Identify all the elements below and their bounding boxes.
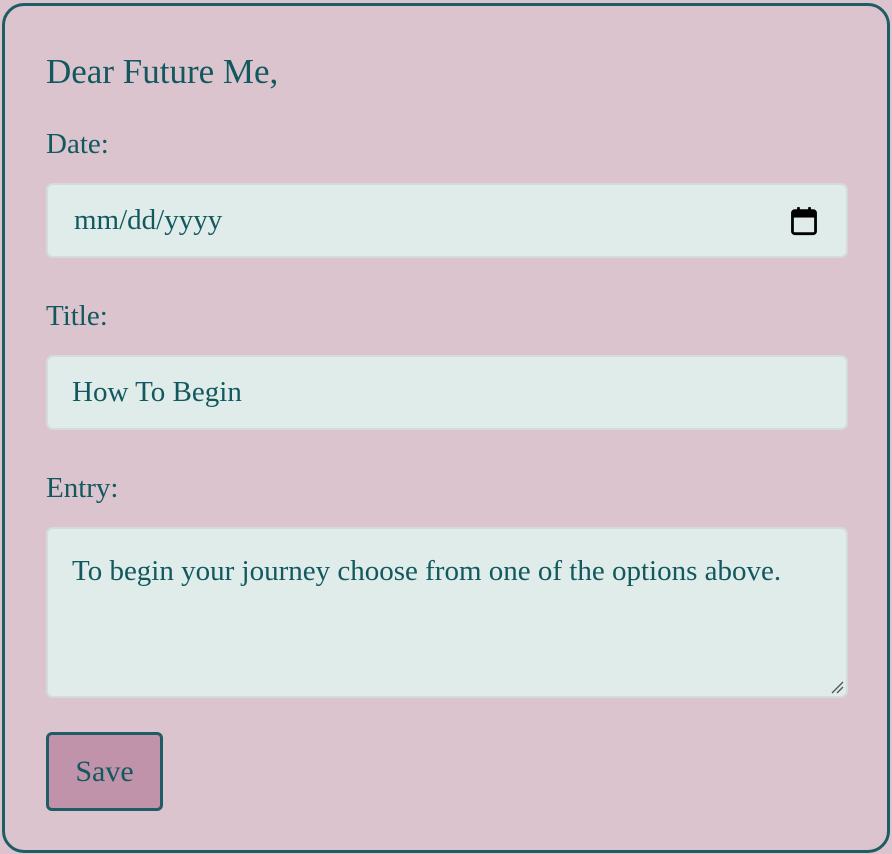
date-input[interactable]: mm/dd/yyyy xyxy=(46,183,848,258)
form-heading: Dear Future Me, xyxy=(46,52,279,91)
title-label: Title: xyxy=(46,300,108,332)
save-button[interactable]: Save xyxy=(46,732,163,811)
title-input[interactable]: How To Begin xyxy=(46,355,848,430)
title-value: How To Begin xyxy=(72,376,242,408)
entry-label: Entry: xyxy=(46,472,119,504)
journal-entry-card: Dear Future Me, Date: mm/dd/yyyy Title: … xyxy=(2,3,890,853)
entry-textarea[interactable]: To begin your journey choose from one of… xyxy=(46,527,848,698)
entry-value: To begin your journey choose from one of… xyxy=(72,555,782,587)
resize-grip-icon[interactable] xyxy=(830,680,844,694)
date-placeholder: mm/dd/yyyy xyxy=(74,204,223,236)
date-label: Date: xyxy=(46,128,109,160)
calendar-icon[interactable] xyxy=(790,206,818,236)
